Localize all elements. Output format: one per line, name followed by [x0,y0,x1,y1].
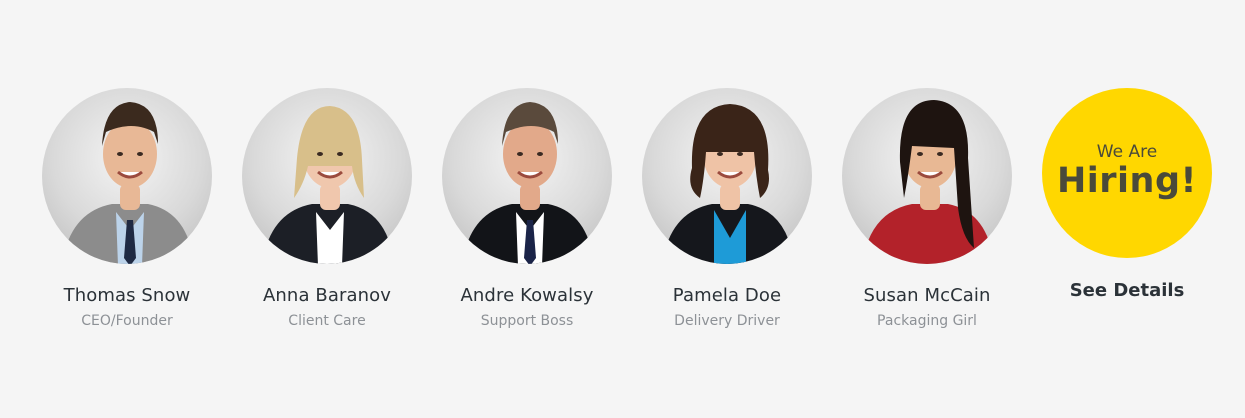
hiring-badge[interactable]: We Are Hiring! [1042,88,1212,258]
member-name[interactable]: Susan McCain [827,285,1027,306]
team-member-thomas-snow: Thomas Snow CEO/Founder [27,88,227,329]
avatar-andre-kowalsy[interactable] [442,88,612,264]
member-name[interactable]: Anna Baranov [227,285,427,306]
member-role: CEO/Founder [81,313,173,329]
hiring-card: We Are Hiring! See Details [1027,88,1227,301]
team-member-susan-mccain: Susan McCain Packaging Girl [827,88,1027,329]
member-role: Support Boss [480,313,574,329]
team-section: Thomas Snow CEO/Founder Anna Baranov Cli… [0,0,1245,418]
avatar-pamela-doe[interactable] [642,88,812,264]
portrait-photo [662,104,794,264]
hiring-line-1: We Are [1096,142,1158,162]
avatar-anna-baranov[interactable] [242,88,412,264]
portrait-photo [862,100,994,264]
hiring-line-2: Hiring! [1057,161,1197,201]
portrait-photo [462,102,594,264]
team-member-andre-kowalsy: Andre Kowalsy Support Boss [427,88,627,329]
member-name[interactable]: Andre Kowalsy [427,285,627,306]
portrait-photo [262,106,394,264]
member-role: Packaging Girl [877,313,977,329]
see-details-link[interactable]: See Details [1027,280,1227,301]
avatar-thomas-snow[interactable] [42,88,212,264]
member-name[interactable]: Thomas Snow [27,285,227,306]
team-member-pamela-doe: Pamela Doe Delivery Driver [627,88,827,329]
portrait-photo [62,102,194,264]
team-member-anna-baranov: Anna Baranov Client Care [227,88,427,329]
member-name[interactable]: Pamela Doe [627,285,827,306]
member-role: Client Care [288,313,366,329]
member-role: Delivery Driver [674,313,780,329]
avatar-susan-mccain[interactable] [842,88,1012,264]
